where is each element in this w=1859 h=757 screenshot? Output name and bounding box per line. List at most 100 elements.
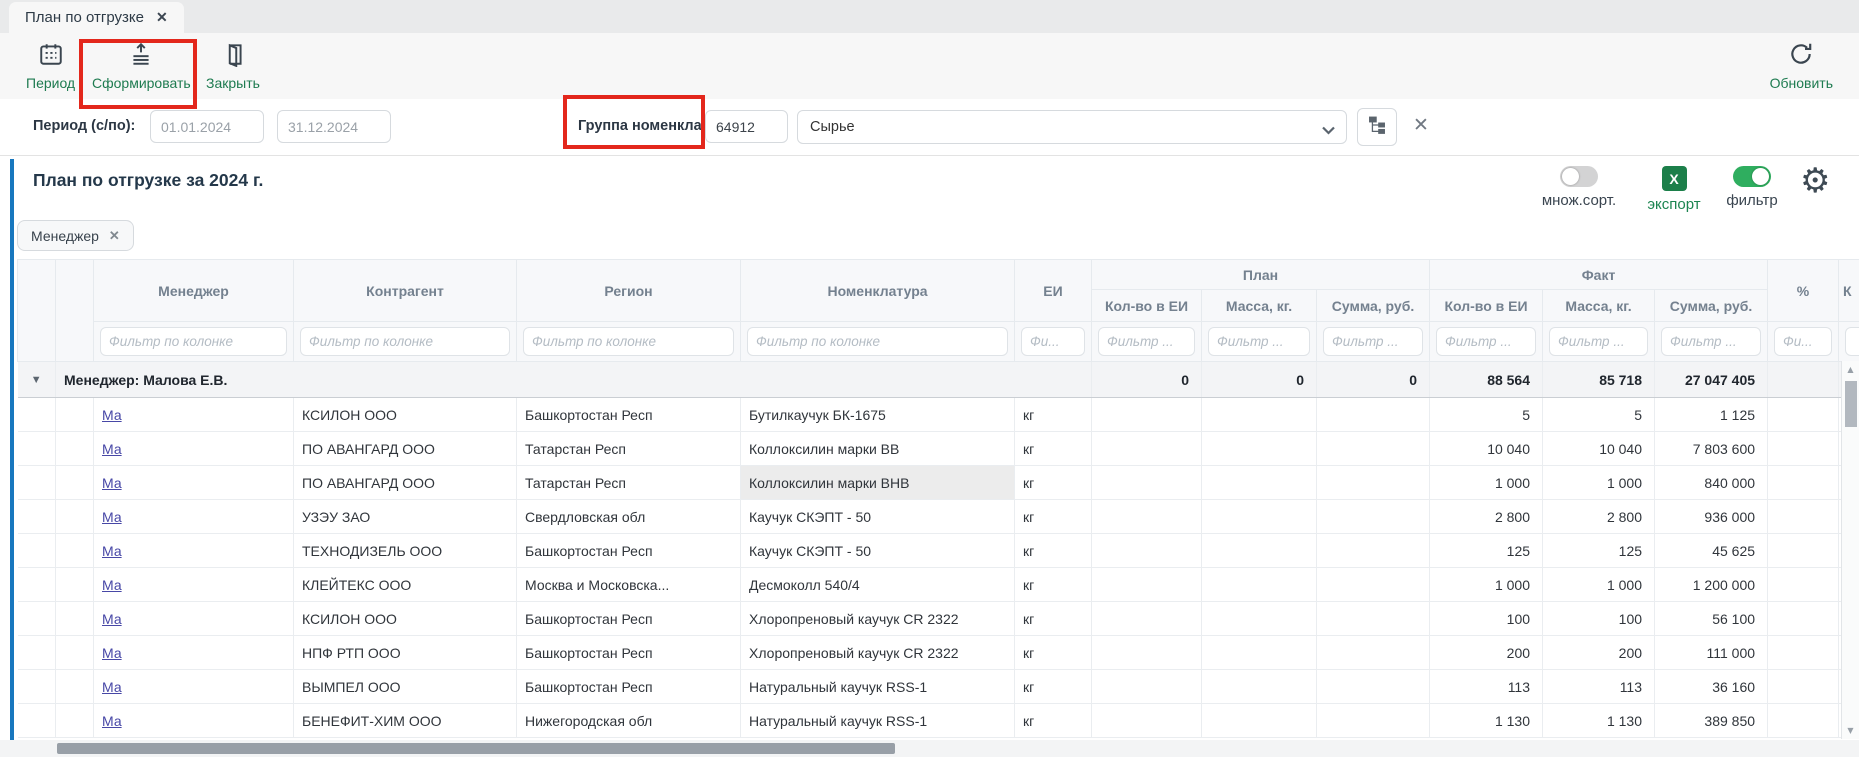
unit-cell[interactable]: кг	[1015, 704, 1092, 738]
unit-cell[interactable]: кг	[1015, 670, 1092, 704]
refresh-button[interactable]: Обновить	[1770, 41, 1833, 91]
plan-sum-cell[interactable]	[1317, 500, 1430, 534]
tab-shipment-plan[interactable]: План по отгрузке ✕	[9, 2, 184, 33]
tab-close-icon[interactable]: ✕	[156, 9, 168, 26]
fact-qty-cell[interactable]: 1 000	[1430, 466, 1543, 500]
fact-mass-cell[interactable]: 200	[1543, 636, 1655, 670]
fact-sum-cell[interactable]: 56 100	[1655, 602, 1768, 636]
col-header-fact-qty[interactable]: Кол-во в ЕИ	[1430, 290, 1543, 322]
manager-link[interactable]: Ма	[102, 679, 122, 695]
plan-mass-cell[interactable]	[1202, 636, 1317, 670]
fact-sum-cell[interactable]: 840 000	[1655, 466, 1768, 500]
manager-link[interactable]: Ма	[102, 509, 122, 525]
fact-qty-cell[interactable]: 1 000	[1430, 568, 1543, 602]
filter-input-percent[interactable]	[1774, 327, 1832, 356]
percent-cell[interactable]	[1768, 602, 1839, 636]
group-code-input[interactable]	[705, 110, 788, 143]
fact-mass-cell[interactable]: 113	[1543, 670, 1655, 704]
fact-mass-cell[interactable]: 100	[1543, 602, 1655, 636]
fact-qty-cell[interactable]: 200	[1430, 636, 1543, 670]
collapse-arrow-icon[interactable]: ▼	[18, 362, 56, 398]
manager-link[interactable]: Ма	[102, 611, 122, 627]
col-header-plan-qty[interactable]: Кол-во в ЕИ	[1092, 290, 1202, 322]
fact-mass-cell[interactable]: 5	[1543, 398, 1655, 432]
chip-close-icon[interactable]: ✕	[109, 228, 120, 244]
manager-link[interactable]: Ма	[102, 543, 122, 559]
fact-qty-cell[interactable]: 1 130	[1430, 704, 1543, 738]
fact-sum-cell[interactable]: 111 000	[1655, 636, 1768, 670]
clear-group-icon[interactable]: ✕	[1413, 114, 1429, 137]
plan-sum-cell[interactable]	[1317, 534, 1430, 568]
col-header-fact-mass[interactable]: Масса, кг.	[1543, 290, 1655, 322]
percent-cell[interactable]	[1768, 636, 1839, 670]
percent-cell[interactable]	[1768, 704, 1839, 738]
percent-cell[interactable]	[1768, 432, 1839, 466]
plan-sum-cell[interactable]	[1317, 398, 1430, 432]
plan-sum-cell[interactable]	[1317, 670, 1430, 704]
plan-mass-cell[interactable]	[1202, 398, 1317, 432]
nomenclature-cell[interactable]: Хлоропреновый каучук CR 2322	[741, 636, 1015, 670]
region-cell[interactable]: Нижегородская обл	[517, 704, 741, 738]
fact-qty-cell[interactable]: 113	[1430, 670, 1543, 704]
excel-export-icon[interactable]: X	[1662, 166, 1687, 191]
filter-input-plan-mass[interactable]	[1208, 327, 1310, 356]
filter-input-fact-qty[interactable]	[1436, 327, 1536, 356]
plan-mass-cell[interactable]	[1202, 568, 1317, 602]
plan-mass-cell[interactable]	[1202, 704, 1317, 738]
fact-qty-cell[interactable]: 100	[1430, 602, 1543, 636]
contragent-cell[interactable]: ТЕХНОДИЗЕЛЬ ООО	[294, 534, 517, 568]
manager-link[interactable]: Ма	[102, 407, 122, 423]
fact-qty-cell[interactable]: 10 040	[1430, 432, 1543, 466]
col-header-nomenclature[interactable]: Номенклатура	[741, 260, 1015, 322]
plan-sum-cell[interactable]	[1317, 602, 1430, 636]
col-header-manager[interactable]: Менеджер	[94, 260, 294, 322]
plan-qty-cell[interactable]	[1092, 534, 1202, 568]
scroll-down-icon[interactable]: ▼	[1842, 726, 1859, 735]
nomenclature-cell[interactable]: Хлоропреновый каучук CR 2322	[741, 602, 1015, 636]
nomenclature-cell[interactable]: Бутилкаучук БК-1675	[741, 398, 1015, 432]
region-cell[interactable]: Башкортостан Респ	[517, 636, 741, 670]
unit-cell[interactable]: кг	[1015, 568, 1092, 602]
filter-input-region[interactable]	[523, 327, 734, 356]
horizontal-scrollbar[interactable]	[0, 740, 1859, 757]
fact-sum-cell[interactable]: 45 625	[1655, 534, 1768, 568]
fact-qty-cell[interactable]: 2 800	[1430, 500, 1543, 534]
filter-input-manager[interactable]	[100, 327, 287, 356]
plan-qty-cell[interactable]	[1092, 704, 1202, 738]
percent-cell[interactable]	[1768, 568, 1839, 602]
fact-sum-cell[interactable]: 7 803 600	[1655, 432, 1768, 466]
region-cell[interactable]: Москва и Московска...	[517, 568, 741, 602]
scroll-up-icon[interactable]: ▲	[1842, 365, 1859, 374]
close-button[interactable]: Закрыть	[206, 41, 260, 91]
plan-sum-cell[interactable]	[1317, 568, 1430, 602]
col-header-plan-sum[interactable]: Сумма, руб.	[1317, 290, 1430, 322]
contragent-cell[interactable]: КСИЛОН ООО	[294, 398, 517, 432]
col-header-contragent[interactable]: Контрагент	[294, 260, 517, 322]
contragent-cell[interactable]: БЕНЕФИТ-ХИМ ООО	[294, 704, 517, 738]
nomenclature-cell[interactable]: Коллоксилин марки ВНВ	[741, 466, 1015, 500]
unit-cell[interactable]: кг	[1015, 466, 1092, 500]
nomenclature-group-select[interactable]: Сырье	[797, 110, 1347, 144]
percent-cell[interactable]	[1768, 670, 1839, 704]
nomenclature-cell[interactable]: Каучук СКЭПТ - 50	[741, 500, 1015, 534]
filter-input-fact-sum[interactable]	[1661, 327, 1761, 356]
plan-mass-cell[interactable]	[1202, 670, 1317, 704]
tree-view-button[interactable]	[1357, 108, 1397, 146]
plan-sum-cell[interactable]	[1317, 636, 1430, 670]
contragent-cell[interactable]: УЗЭУ ЗАО	[294, 500, 517, 534]
plan-qty-cell[interactable]	[1092, 398, 1202, 432]
plan-mass-cell[interactable]	[1202, 602, 1317, 636]
region-cell[interactable]: Башкортостан Респ	[517, 534, 741, 568]
fact-mass-cell[interactable]: 1 000	[1543, 466, 1655, 500]
contragent-cell[interactable]: НПФ РТП ООО	[294, 636, 517, 670]
filter-input-plan-sum[interactable]	[1323, 327, 1423, 356]
percent-cell[interactable]	[1768, 534, 1839, 568]
unit-cell[interactable]: кг	[1015, 500, 1092, 534]
region-cell[interactable]: Башкортостан Респ	[517, 602, 741, 636]
fact-mass-cell[interactable]: 2 800	[1543, 500, 1655, 534]
col-header-fact-sum[interactable]: Сумма, руб.	[1655, 290, 1768, 322]
date-to-input[interactable]	[277, 110, 391, 143]
period-button[interactable]: Период	[26, 41, 75, 91]
col-header-percent[interactable]: %	[1768, 260, 1839, 322]
filter-input-nomenclature[interactable]	[747, 327, 1008, 356]
